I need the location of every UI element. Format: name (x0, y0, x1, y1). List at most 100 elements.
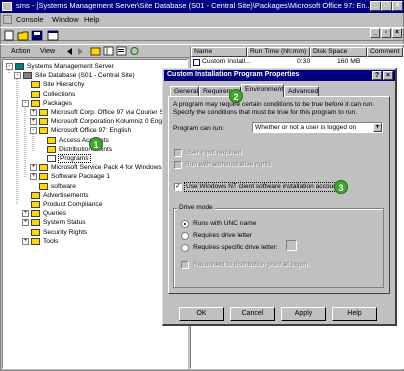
tree-item-label: Distribution Points (59, 145, 113, 153)
tree-item[interactable]: + Microsoft Corp. Office 97 via Courier S… (3, 108, 187, 117)
tree-item-label: software (51, 182, 76, 190)
drive-letter-input[interactable] (286, 240, 297, 251)
apply-button[interactable]: Apply (281, 307, 326, 321)
menu-console[interactable]: Console (16, 15, 44, 24)
drive-letter-radio[interactable] (181, 232, 189, 240)
program-can-run-value: Whether or not a user is logged on (255, 124, 357, 131)
new-window-icon[interactable] (47, 30, 60, 41)
expand-icon[interactable]: + (22, 237, 29, 245)
save-icon[interactable] (31, 30, 44, 41)
tree-item[interactable]: + Tools (3, 237, 187, 246)
dialog-close-button[interactable]: × (383, 71, 393, 80)
specific-drive-radio[interactable] (181, 244, 189, 252)
folder-icon (31, 219, 40, 227)
collapse-icon[interactable]: - (30, 127, 37, 135)
expand-icon[interactable]: + (30, 109, 37, 116)
tree-item[interactable]: Site Hierarchy (3, 80, 187, 89)
dialog-title-bar: Custom Installation Program Properties ?… (164, 70, 395, 81)
dialog-help-button[interactable]: ? (372, 71, 382, 80)
tree-item-label: Queries (43, 210, 67, 218)
tree-item-label: Site Hierarchy (43, 81, 85, 89)
folder-icon (47, 155, 56, 162)
back-icon[interactable] (64, 47, 74, 56)
admin-rights-checkbox[interactable] (174, 161, 182, 169)
tab-environment[interactable]: Environment (241, 84, 284, 97)
console-icon[interactable] (3, 15, 12, 24)
refresh-icon[interactable] (129, 46, 140, 56)
collapse-icon[interactable]: - (22, 99, 29, 107)
drive-letter-label: Requires drive letter (193, 232, 253, 239)
nt-client-checkbox[interactable]: ✓ (174, 183, 182, 191)
menu-help[interactable]: Help (84, 15, 99, 24)
forward-icon[interactable] (76, 47, 86, 56)
list-item[interactable]: Custom Install... 0:30 160 MB (192, 58, 402, 67)
program-can-run-select[interactable]: Whether or not a user is logged on ▼ (252, 122, 383, 133)
unc-label: Runs with UNC name (193, 220, 257, 227)
show-tree-icon[interactable] (103, 46, 114, 56)
close-button[interactable]: × (392, 1, 403, 11)
tree-item-label: Microsoft Service Pack 4 for Windows NT (51, 164, 173, 172)
tree-item[interactable]: + Microsoft Corporation Kolumniz 0 Englis… (3, 117, 187, 126)
tree-item-label: Security Rights (43, 228, 88, 236)
menu-window[interactable]: Window (52, 15, 79, 24)
chevron-down-icon[interactable]: ▼ (373, 123, 382, 132)
properties-icon[interactable] (116, 46, 127, 56)
tree-item[interactable]: Security Rights (3, 228, 187, 237)
ok-button[interactable]: OK (179, 307, 224, 321)
tree-item[interactable]: + Queries (3, 209, 187, 218)
col-run-time[interactable]: Run Time (hh:mm) (247, 47, 310, 57)
maximize-button[interactable]: □ (381, 1, 392, 11)
tree-item[interactable]: - Microsoft Office 97: English (3, 126, 187, 135)
action-menu[interactable]: Action (11, 48, 30, 55)
tree-item-label: Microsoft Office 97: English (51, 127, 132, 135)
help-button[interactable]: Help (332, 307, 377, 321)
col-name[interactable]: Name (191, 47, 247, 57)
collapse-icon[interactable]: - (14, 72, 21, 80)
collapse-icon[interactable]: - (6, 63, 13, 70)
tree-item-label: Microsoft Corp. Office 97 via Courier Se… (51, 109, 175, 116)
tree-item[interactable]: + Microsoft Service Pack 4 for Windows NT (3, 163, 187, 172)
folder-icon (39, 164, 48, 172)
folder-icon (39, 109, 48, 116)
admin-rights-label: Run with administrative rights (185, 161, 272, 168)
cancel-button[interactable]: Cancel (230, 307, 275, 321)
user-input-checkbox[interactable] (174, 149, 182, 157)
app-icon[interactable] (2, 2, 12, 11)
folder-icon (47, 136, 56, 144)
tree-item[interactable]: software (3, 182, 187, 191)
minimize-button[interactable]: _ (370, 1, 381, 11)
drive-mode-label: Drive mode (177, 204, 215, 212)
folder-icon (39, 173, 48, 181)
console-tree[interactable]: - Systems Management Server - Site Database… (2, 59, 188, 369)
col-disk-space[interactable]: Disk Space (310, 47, 367, 57)
view-menu[interactable]: View (40, 48, 55, 55)
new-icon[interactable] (3, 30, 16, 41)
tree-item[interactable]: - Systems Management Server (3, 62, 187, 71)
up-folder-icon[interactable] (90, 46, 101, 56)
tree-item[interactable]: + Software Package 1 (3, 172, 187, 181)
unc-radio[interactable] (181, 220, 189, 228)
tree-item[interactable]: Collections (3, 90, 187, 99)
folder-icon (31, 99, 40, 107)
open-folder-icon[interactable] (17, 30, 30, 41)
expand-icon[interactable]: + (22, 210, 29, 218)
reconnect-checkbox[interactable] (181, 261, 189, 269)
tree-item[interactable]: - Packages (3, 99, 187, 108)
folder-icon (31, 237, 40, 245)
expand-icon[interactable]: + (30, 118, 37, 126)
expand-icon[interactable]: + (30, 173, 37, 181)
col-comment[interactable]: Comment (367, 47, 403, 57)
tree-item[interactable]: Programs (3, 154, 187, 163)
tree-item[interactable]: + System Status (3, 218, 187, 227)
tree-item[interactable]: Advertisements (3, 191, 187, 200)
tree-item-label: Microsoft Corporation Kolumniz 0 English (51, 118, 172, 126)
expand-icon[interactable]: + (22, 219, 29, 227)
tree-item[interactable]: - Site Database (S01 - Central Site) (3, 71, 187, 80)
tree-item[interactable]: Product Compliance (3, 200, 187, 209)
menu-bar: Console Window Help _ ▫ × (0, 14, 404, 38)
program-icon (193, 59, 200, 66)
folder-icon (31, 201, 40, 208)
reconnect-label: Reconnect to distribution point at logon (193, 261, 307, 268)
tree-item-label: Software Package 1 (51, 173, 111, 181)
expand-icon[interactable]: + (30, 164, 37, 172)
